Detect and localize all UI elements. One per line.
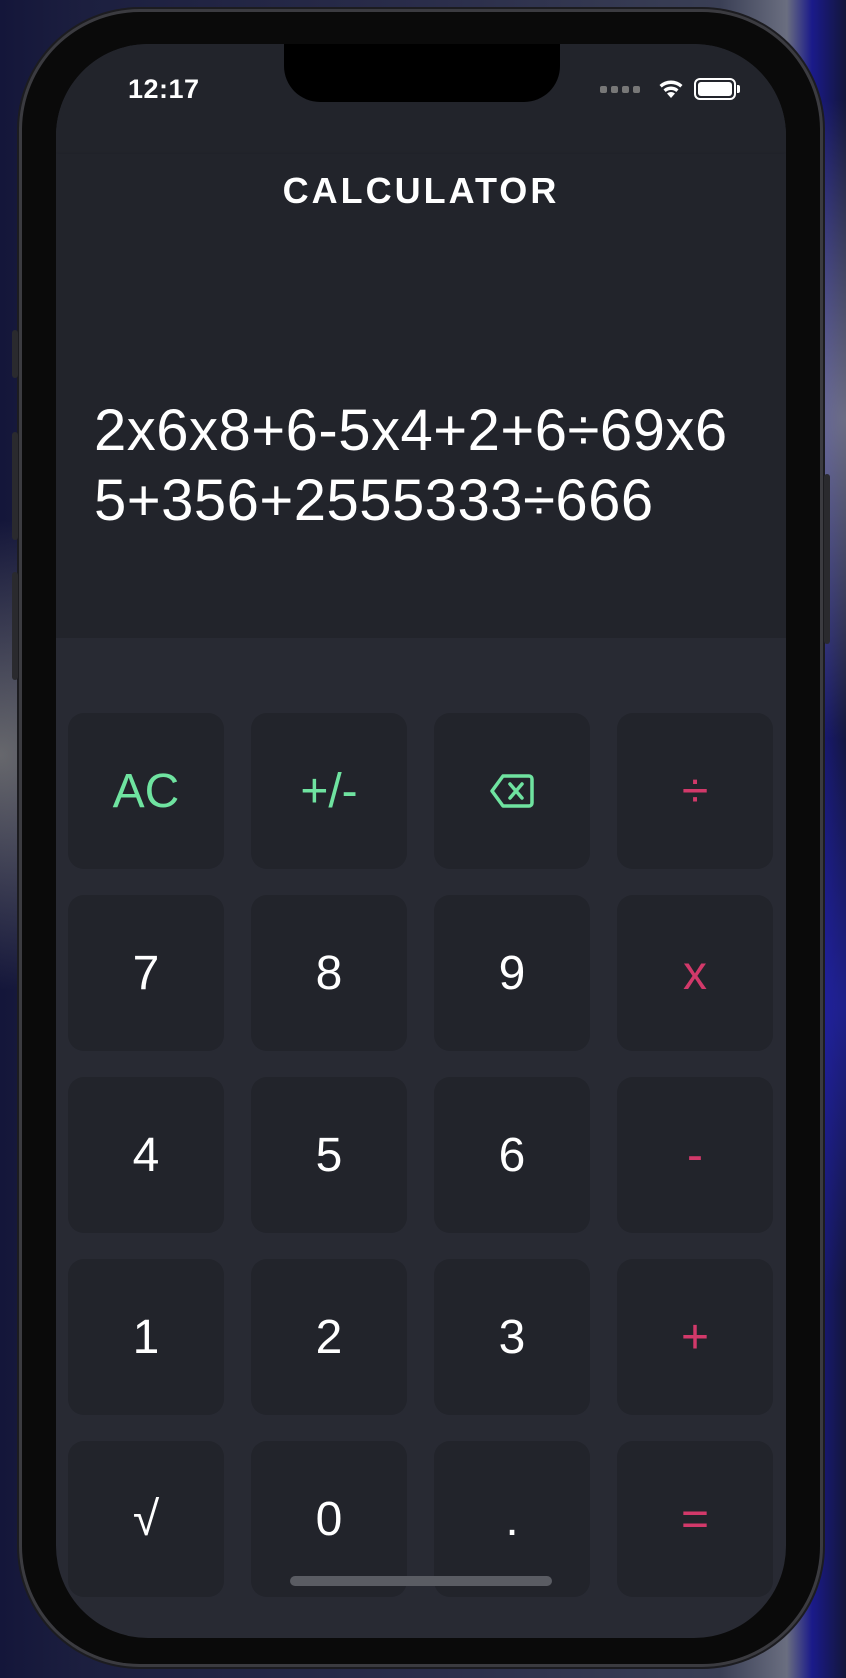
phone-frame: 12:17 CALCULATOR 2x6x8+6-5x4+2+6÷69x65+3…: [12, 12, 830, 1664]
decimal-button[interactable]: .: [434, 1441, 590, 1597]
divide-button[interactable]: ÷: [617, 713, 773, 869]
calculator-display: 2x6x8+6-5x4+2+6÷69x65+356+2555333÷666: [56, 232, 786, 638]
page-title: CALCULATOR: [282, 170, 560, 211]
sign-toggle-button[interactable]: +/-: [251, 713, 407, 869]
volume-down-button: [12, 572, 18, 680]
expression-text: 2x6x8+6-5x4+2+6÷69x65+356+2555333÷666: [94, 398, 728, 533]
home-indicator[interactable]: [290, 1576, 552, 1586]
plus-button[interactable]: +: [617, 1259, 773, 1415]
square-root-button[interactable]: √: [68, 1441, 224, 1597]
mute-switch: [12, 330, 18, 378]
power-button: [824, 474, 830, 644]
digit-0-button[interactable]: 0: [251, 1441, 407, 1597]
minus-button[interactable]: -: [617, 1077, 773, 1233]
app-header: CALCULATOR: [56, 154, 786, 233]
backspace-icon: [490, 774, 534, 808]
cellular-signal-icon: [600, 86, 640, 93]
volume-up-button: [12, 432, 18, 540]
backspace-button[interactable]: [434, 713, 590, 869]
digit-7-button[interactable]: 7: [68, 895, 224, 1051]
battery-icon: [694, 78, 740, 100]
status-time: 12:17: [128, 74, 200, 104]
digit-9-button[interactable]: 9: [434, 895, 590, 1051]
digit-1-button[interactable]: 1: [68, 1259, 224, 1415]
wifi-icon: [659, 80, 683, 98]
digit-8-button[interactable]: 8: [251, 895, 407, 1051]
notch: [284, 44, 560, 102]
digit-5-button[interactable]: 5: [251, 1077, 407, 1233]
digit-4-button[interactable]: 4: [68, 1077, 224, 1233]
multiply-button[interactable]: x: [617, 895, 773, 1051]
equals-button[interactable]: =: [617, 1441, 773, 1597]
digit-2-button[interactable]: 2: [251, 1259, 407, 1415]
status-icons: [600, 76, 740, 106]
digit-6-button[interactable]: 6: [434, 1077, 590, 1233]
digit-3-button[interactable]: 3: [434, 1259, 590, 1415]
keypad: AC +/- ÷ 7 8 9 x 4 5 6 - 1 2 3 + √ 0 . =: [56, 638, 786, 1597]
clear-button[interactable]: AC: [68, 713, 224, 869]
screen: 12:17 CALCULATOR 2x6x8+6-5x4+2+6÷69x65+3…: [56, 44, 786, 1638]
